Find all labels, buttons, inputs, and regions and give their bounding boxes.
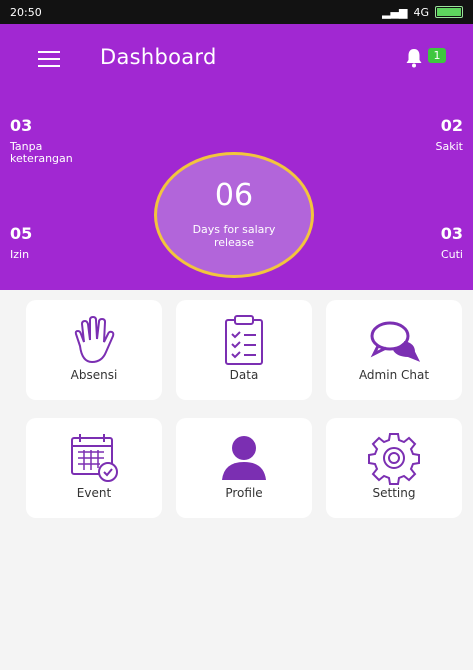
network-type: 4G <box>413 5 429 19</box>
calendar-icon <box>71 434 118 482</box>
bell-icon[interactable] <box>405 48 423 68</box>
stat-label: Izin <box>10 248 30 261</box>
stat-tanpa-keterangan: 03 Tanpa keterangan <box>10 116 80 165</box>
stat-value: 02 <box>440 116 463 135</box>
app-bar: Dashboard 1 <box>0 24 473 94</box>
stat-izin: 05 Izin <box>10 224 32 261</box>
status-icons: ▂▄▆ 4G <box>382 6 463 19</box>
salary-caption: Days for salary release <box>192 223 276 249</box>
menu-label: Setting <box>372 486 416 500</box>
stat-cuti: 03 Cuti <box>441 224 463 261</box>
stat-sakit: 02 Sakit <box>436 116 463 153</box>
signal-icon: ▂▄▆ <box>382 5 408 19</box>
menu-label: Data <box>229 368 259 382</box>
menu-label: Profile <box>225 486 263 500</box>
hand-icon <box>74 315 115 364</box>
page-title: Dashboard <box>100 45 217 69</box>
menu-card-absensi[interactable]: Absensi <box>26 300 162 400</box>
dashboard-header: Dashboard 1 03 Tanpa keterangan 02 Sakit… <box>0 24 473 290</box>
battery-icon <box>435 6 463 18</box>
chat-icon <box>370 321 421 362</box>
stat-label: Cuti <box>440 248 463 261</box>
menu-label: Event <box>76 486 112 500</box>
salary-days-value: 06 <box>214 178 254 213</box>
notification-badge: 1 <box>428 48 446 63</box>
person-icon <box>222 436 266 480</box>
menu-card-admin-chat[interactable]: Admin Chat <box>326 300 462 400</box>
stat-value: 03 <box>440 224 463 243</box>
stat-label: Sakit <box>435 140 463 153</box>
menu-label: Admin Chat <box>358 368 430 382</box>
status-time: 20:50 <box>10 5 42 19</box>
stat-value: 03 <box>10 116 33 135</box>
menu-label: Absensi <box>70 368 118 382</box>
menu-card-setting[interactable]: Setting <box>326 418 462 518</box>
stat-value: 05 <box>10 224 33 243</box>
clipboard-icon <box>225 315 263 365</box>
menu-card-profile[interactable]: Profile <box>176 418 312 518</box>
stat-label: Tanpa keterangan <box>10 140 73 165</box>
salary-countdown: 06 Days for salary release <box>154 152 314 278</box>
menu-card-event[interactable]: Event <box>26 418 162 518</box>
status-bar: 20:50 ▂▄▆ 4G <box>0 0 473 24</box>
gear-icon <box>368 433 420 485</box>
menu-icon[interactable] <box>38 51 60 67</box>
menu-card-data[interactable]: Data <box>176 300 312 400</box>
